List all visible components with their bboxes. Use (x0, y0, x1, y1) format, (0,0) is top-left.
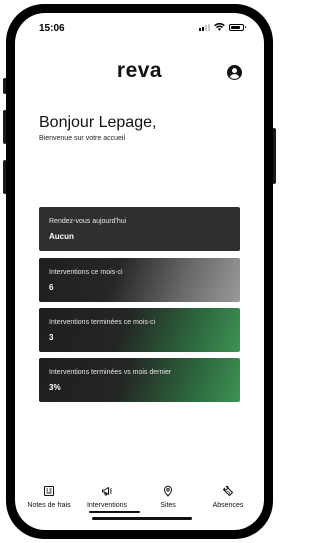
account-circle-icon[interactable] (227, 65, 242, 80)
card-value: Aucun (49, 232, 74, 241)
stat-card-completed-month[interactable]: Interventions terminées ce mois-ci 3 (39, 308, 240, 352)
nav-label: Notes de frais (27, 502, 71, 509)
status-bar: 15:06 (15, 13, 264, 41)
bottom-nav: Notes de frais Interventions Sites Absen… (15, 485, 264, 521)
megaphone-icon (102, 487, 112, 496)
greeting-title: Bonjour Lepage, (39, 114, 157, 131)
nav-item-sites[interactable]: Sites (137, 485, 199, 509)
battery-level-fill (231, 25, 241, 29)
app-screen: 15:06 reva Bonjour Lepage, Bienvenue sur… (15, 13, 264, 530)
card-label: Interventions terminées vs mois dernier (49, 369, 172, 376)
receipt-icon (44, 486, 54, 496)
cellular-signal-icon (199, 23, 210, 31)
stat-card-completed-vs-last-month[interactable]: Interventions terminées vs mois dernier … (39, 358, 240, 402)
nav-label: Sites (160, 502, 176, 509)
card-label: Interventions terminées ce mois-ci (49, 319, 156, 326)
stat-card-appointments-today[interactable]: Rendez-vous aujourd'hui Aucun (39, 207, 240, 251)
battery-icon (229, 23, 246, 31)
card-value: 3 (49, 333, 54, 342)
status-time: 15:06 (39, 23, 65, 34)
phone-frame: 15:06 reva Bonjour Lepage, Bienvenue sur… (6, 4, 273, 539)
wifi-icon (214, 23, 225, 31)
card-label: Rendez-vous aujourd'hui (49, 218, 127, 225)
status-icons (199, 23, 246, 31)
card-value: 3% (49, 383, 61, 392)
active-tab-indicator (89, 511, 140, 513)
card-label: Interventions ce mois-ci (49, 269, 123, 276)
stat-card-interventions-month[interactable]: Interventions ce mois-ci 6 (39, 258, 240, 302)
card-value: 6 (49, 283, 54, 292)
ticket-icon (223, 485, 233, 496)
nav-label: Interventions (86, 502, 128, 509)
nav-label: Absences (212, 502, 244, 509)
nav-item-interventions[interactable]: Interventions (76, 485, 138, 509)
home-indicator[interactable] (92, 517, 192, 520)
nav-item-notes-de-frais[interactable]: Notes de frais (18, 485, 80, 509)
location-pin-icon (163, 485, 173, 497)
greeting-subtitle: Bienvenue sur votre accueil (39, 135, 125, 142)
nav-item-absences[interactable]: Absences (197, 485, 259, 509)
device-mockup: 15:06 reva Bonjour Lepage, Bienvenue sur… (0, 0, 279, 543)
